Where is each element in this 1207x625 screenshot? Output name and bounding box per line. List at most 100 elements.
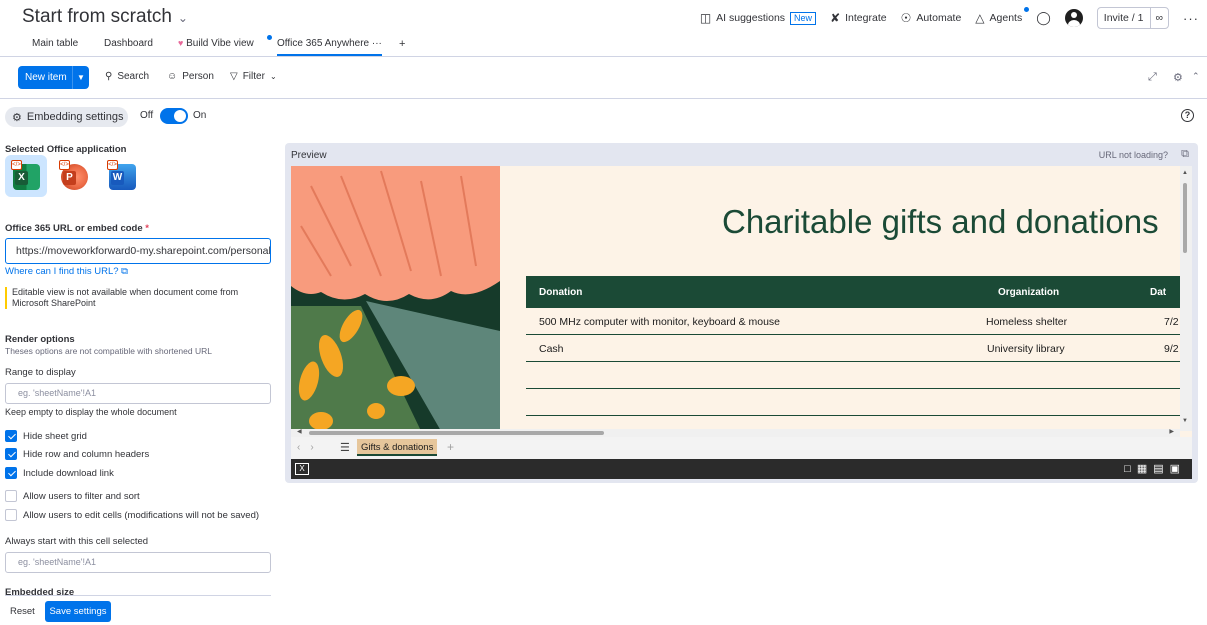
status-tools-icons[interactable]: □▦▤▣ bbox=[1124, 462, 1186, 475]
checkbox-icon[interactable] bbox=[5, 509, 17, 521]
new-item-button[interactable]: New item ▼ bbox=[18, 66, 89, 89]
table-row[interactable] bbox=[526, 389, 1192, 416]
tab-office-365-anywhere[interactable]: Office 365 Anywhere ··· bbox=[277, 38, 382, 56]
render-options-label: Render options bbox=[5, 334, 75, 345]
gear-icon: ⚙ bbox=[12, 111, 22, 124]
sheet-tab-gifts[interactable]: Gifts & donations bbox=[357, 439, 438, 456]
vertical-scrollbar[interactable]: ▲ ▼ bbox=[1180, 166, 1192, 431]
table-row[interactable]: Cash University library 9/2 bbox=[526, 335, 1192, 362]
checkbox-icon[interactable] bbox=[5, 490, 17, 502]
sheet-nav-arrows-icon[interactable]: ‹› bbox=[297, 442, 324, 453]
table-row[interactable]: 500 MHz computer with monitor, keyboard … bbox=[526, 308, 1192, 335]
tab-main-table[interactable]: Main table bbox=[32, 38, 78, 56]
tab-more-icon[interactable]: ··· bbox=[372, 38, 382, 49]
invite-label: Invite / 1 bbox=[1103, 12, 1144, 24]
excel-app-option[interactable]: X </> bbox=[5, 155, 47, 197]
open-external-icon[interactable]: ⧉ bbox=[1181, 148, 1189, 161]
embedded-workbook[interactable]: Charitable gifts and donations Donation … bbox=[291, 166, 1192, 479]
tab-notification-dot bbox=[267, 35, 272, 40]
tab-dashboard[interactable]: Dashboard bbox=[104, 38, 153, 56]
excel-status-bar: X □▦▤▣ bbox=[291, 459, 1192, 479]
avatar[interactable] bbox=[1064, 9, 1083, 27]
table-row[interactable] bbox=[526, 362, 1192, 389]
decorative-artwork bbox=[291, 166, 500, 431]
ai-suggestions-label: AI suggestions bbox=[716, 12, 786, 24]
collapse-icon[interactable]: ⌃ bbox=[1192, 71, 1200, 82]
tab-build-vibe-view[interactable]: ♥ Build Vibe view bbox=[178, 38, 254, 56]
checkbox-hide-sheet-grid[interactable]: Hide sheet grid bbox=[5, 430, 87, 442]
scroll-up-icon[interactable]: ▲ bbox=[1182, 170, 1188, 176]
powerpoint-app-option[interactable]: P </> bbox=[53, 155, 95, 197]
url-not-loading-link[interactable]: URL not loading? bbox=[1099, 150, 1168, 160]
new-badge: New bbox=[790, 11, 817, 25]
add-view-icon[interactable]: + bbox=[399, 38, 405, 56]
more-icon[interactable]: ··· bbox=[1183, 11, 1199, 26]
notification-dot bbox=[1024, 7, 1030, 12]
scroll-thumb[interactable] bbox=[1183, 183, 1187, 253]
checkbox-icon[interactable] bbox=[5, 430, 17, 442]
checkbox-include-download[interactable]: Include download link bbox=[5, 467, 114, 479]
sheet-tab-bar: ‹› ☰ Gifts & donations + bbox=[291, 437, 1192, 459]
table-header-row: Donation Organization Dat bbox=[526, 276, 1192, 308]
agents-icon: △ bbox=[975, 11, 985, 25]
preview-panel: Preview URL not loading? ⧉ Charitable gi… bbox=[285, 143, 1198, 483]
table-cell: Homeless shelter bbox=[986, 316, 1068, 328]
new-item-label: New item bbox=[25, 72, 67, 83]
horizontal-scrollbar[interactable]: ◀ ▶ bbox=[291, 429, 1180, 437]
embedding-toggle[interactable] bbox=[160, 108, 188, 124]
checkbox-icon[interactable] bbox=[5, 467, 17, 479]
powerpoint-letter: P bbox=[63, 171, 76, 185]
selected-app-label: Selected Office application bbox=[5, 144, 127, 155]
integrate-icon: ✘ bbox=[830, 11, 841, 25]
reset-button[interactable]: Reset bbox=[10, 606, 35, 617]
range-input[interactable]: eg. 'sheetName'!A1 bbox=[5, 383, 271, 404]
table-cell: 9/2 bbox=[1164, 343, 1179, 355]
invite-button[interactable]: Invite / 1 ∞ bbox=[1096, 7, 1169, 29]
office-app-picker: X </> P </> W </> bbox=[5, 155, 143, 197]
gear-icon[interactable]: ⚙ bbox=[1173, 71, 1183, 84]
chat-icon[interactable]: ◯ bbox=[1036, 10, 1051, 26]
scroll-thumb[interactable] bbox=[309, 431, 604, 435]
checkbox-label: Hide row and column headers bbox=[23, 448, 150, 460]
embedding-settings-label: Embedding settings bbox=[26, 111, 124, 123]
filter-button[interactable]: ▽ Filter ⌄ bbox=[230, 71, 277, 82]
table-cell: Cash bbox=[539, 343, 564, 355]
search-button[interactable]: ⚲ Search bbox=[105, 71, 149, 82]
integrate-button[interactable]: ✘ Integrate bbox=[830, 11, 887, 25]
chevron-down-icon[interactable]: ▼ bbox=[72, 66, 89, 89]
sheet-menu-icon[interactable]: ☰ bbox=[340, 441, 350, 454]
start-cell-input[interactable]: eg. 'sheetName'!A1 bbox=[5, 552, 271, 573]
add-sheet-icon[interactable]: + bbox=[447, 440, 454, 454]
save-settings-button[interactable]: Save settings bbox=[45, 601, 111, 622]
filter-icon: ▽ bbox=[230, 71, 238, 82]
checkbox-allow-edit[interactable]: Allow users to edit cells (modifications… bbox=[5, 509, 259, 521]
automate-button[interactable]: ☉ Automate bbox=[901, 11, 962, 25]
scroll-right-icon[interactable]: ▶ bbox=[1169, 428, 1174, 435]
agents-label: Agents bbox=[989, 12, 1023, 24]
scroll-left-icon[interactable]: ◀ bbox=[297, 428, 302, 435]
checkbox-label: Include download link bbox=[23, 467, 114, 479]
checkbox-label: Hide sheet grid bbox=[23, 430, 87, 442]
checkbox-allow-filter[interactable]: Allow users to filter and sort bbox=[5, 490, 140, 502]
checkbox-hide-headers[interactable]: Hide row and column headers bbox=[5, 448, 149, 460]
person-button[interactable]: ☺ Person bbox=[167, 71, 214, 82]
agents-button[interactable]: △ Agents bbox=[975, 7, 1030, 25]
ai-suggestions-button[interactable]: ◫ AI suggestions New bbox=[700, 11, 817, 25]
link-icon[interactable]: ∞ bbox=[1149, 8, 1169, 28]
top-actions: ◫ AI suggestions New ✘ Integrate ☉ Autom… bbox=[700, 6, 1199, 30]
embedding-settings-button[interactable]: ⚙ Embedding settings bbox=[5, 107, 128, 127]
find-url-link[interactable]: Where can I find this URL? ⧉ bbox=[5, 266, 128, 277]
word-app-option[interactable]: W </> bbox=[101, 155, 143, 197]
person-icon: ☺ bbox=[167, 71, 178, 82]
donations-table: Donation Organization Dat 500 MHz comput… bbox=[526, 276, 1192, 443]
embed-badge-icon: </> bbox=[59, 160, 70, 170]
office-url-input[interactable]: https://moveworkforward0-my.sharepoint.c… bbox=[5, 238, 271, 264]
chevron-down-icon[interactable]: ⌄ bbox=[178, 11, 188, 25]
help-icon[interactable]: ? bbox=[1181, 109, 1194, 122]
top-header: Start from scratch ⌄ ◫ AI suggestions Ne… bbox=[0, 0, 1207, 34]
scroll-down-icon[interactable]: ▼ bbox=[1182, 418, 1188, 424]
tab-label: Main table bbox=[32, 38, 79, 49]
board-title[interactable]: Start from scratch ⌄ bbox=[22, 6, 188, 28]
fullscreen-icon[interactable]: ⤢ bbox=[1148, 71, 1157, 84]
checkbox-icon[interactable] bbox=[5, 448, 17, 460]
